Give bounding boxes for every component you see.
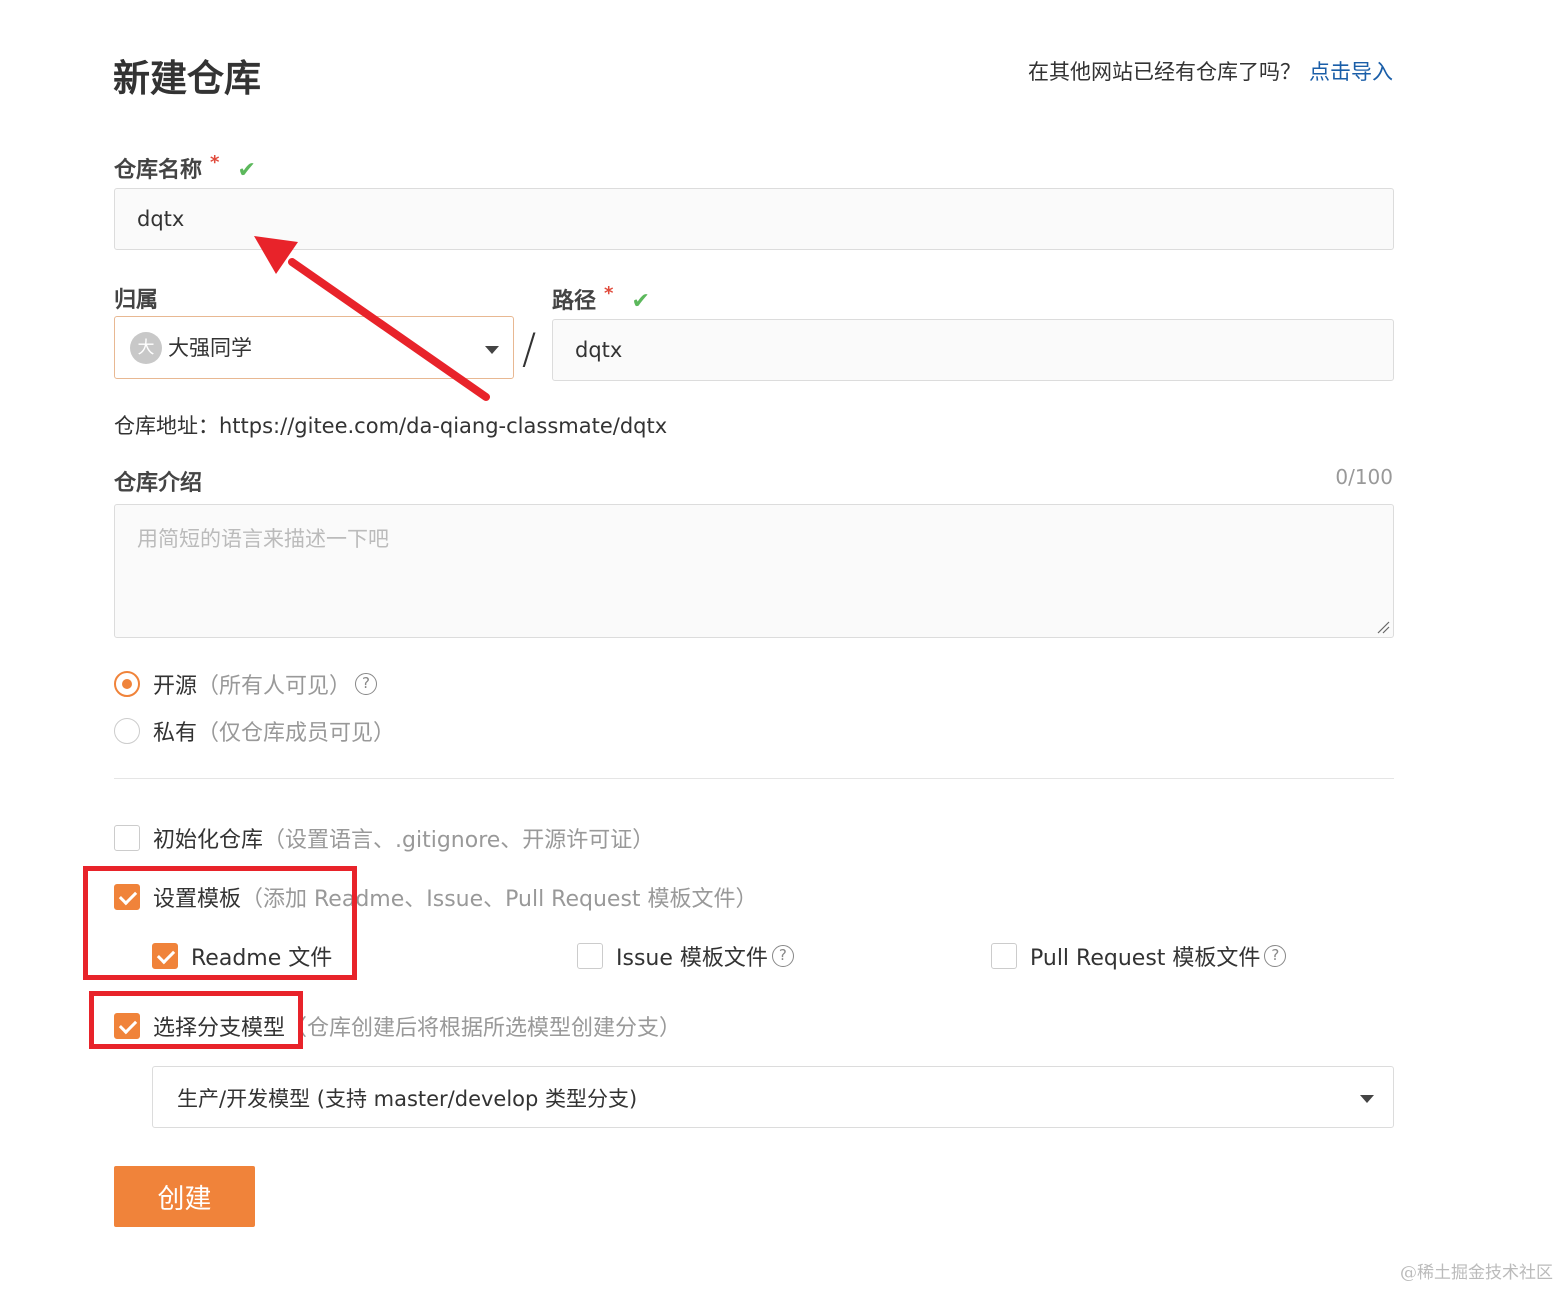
init-repo-checkbox[interactable] <box>114 825 140 851</box>
path-label-text: 路径 <box>552 289 597 314</box>
private-label: 私有 <box>153 721 198 746</box>
branch-model-hint: （仓库创建后将根据所选模型创建分支） <box>285 1016 682 1041</box>
import-question: 在其他网站已经有仓库了吗？ <box>1028 60 1301 84</box>
description-placeholder: 用简短的语言来描述一下吧 <box>137 527 389 551</box>
private-radio[interactable] <box>114 718 140 744</box>
owner-name: 大强同学 <box>168 336 252 360</box>
divider <box>114 778 1394 779</box>
path-input[interactable]: dqtx <box>552 319 1394 381</box>
watermark: @稀土掘金技术社区 <box>1400 1263 1553 1283</box>
repo-name-input[interactable]: dqtx <box>114 188 1394 250</box>
create-button[interactable]: 创建 <box>114 1166 255 1227</box>
pr-template-option[interactable]: Pull Request 模板文件 ? <box>991 940 1287 972</box>
description-label: 仓库介绍 <box>114 471 203 496</box>
char-counter: 0/100 <box>1335 465 1393 489</box>
branch-model-value: 生产/开发模型 (支持 master/develop 类型分支) <box>177 1087 638 1111</box>
visibility-public-option[interactable]: 开源 （所有人可见） ? <box>114 668 378 700</box>
repo-address: 仓库地址：https://gitee.com/da-qiang-classmat… <box>114 414 668 438</box>
init-repo-hint: （设置语言、.gitignore、开源许可证） <box>263 828 655 853</box>
import-hint: 在其他网站已经有仓库了吗？ 点击导入 <box>1028 56 1393 86</box>
import-link[interactable]: 点击导入 <box>1309 60 1393 84</box>
required-mark: * <box>210 152 220 173</box>
owner-select[interactable]: 大 大强同学 <box>114 316 514 379</box>
annotation-highlight-box <box>89 991 303 1049</box>
help-icon[interactable]: ? <box>355 673 378 695</box>
help-icon[interactable]: ? <box>771 945 794 967</box>
issue-template-label: Issue 模板文件 <box>616 946 768 971</box>
repo-name-label-text: 仓库名称 <box>114 158 203 183</box>
pr-template-checkbox[interactable] <box>991 943 1017 969</box>
public-label: 开源 <box>153 674 198 699</box>
owner-label: 归属 <box>114 288 159 313</box>
chevron-down-icon <box>1360 1095 1374 1103</box>
path-label: 路径 * ✔ <box>552 283 650 315</box>
check-icon: ✔ <box>237 158 256 183</box>
visibility-private-option[interactable]: 私有 （仅仓库成员可见） <box>114 715 395 747</box>
public-hint: （所有人可见） <box>197 674 352 699</box>
path-separator: / <box>522 324 537 373</box>
init-repo-option[interactable]: 初始化仓库 （设置语言、.gitignore、开源许可证） <box>114 822 654 854</box>
help-icon[interactable]: ? <box>1264 945 1287 967</box>
repo-name-label: 仓库名称 * ✔ <box>114 152 256 184</box>
init-repo-label: 初始化仓库 <box>153 828 264 853</box>
avatar: 大 <box>130 332 162 364</box>
page-title: 新建仓库 <box>113 57 261 100</box>
description-textarea[interactable]: 用简短的语言来描述一下吧 <box>114 504 1394 638</box>
resize-handle-icon[interactable] <box>1376 620 1390 634</box>
issue-template-option[interactable]: Issue 模板文件 ? <box>577 940 794 972</box>
public-radio[interactable] <box>114 671 140 697</box>
issue-template-checkbox[interactable] <box>577 943 603 969</box>
private-hint: （仅仓库成员可见） <box>197 721 396 746</box>
required-mark: * <box>604 283 614 304</box>
check-icon: ✔ <box>631 289 650 314</box>
pr-template-label: Pull Request 模板文件 <box>1030 946 1261 971</box>
annotation-highlight-box <box>83 866 357 980</box>
branch-model-select[interactable]: 生产/开发模型 (支持 master/develop 类型分支) <box>152 1066 1394 1128</box>
chevron-down-icon <box>485 346 499 354</box>
